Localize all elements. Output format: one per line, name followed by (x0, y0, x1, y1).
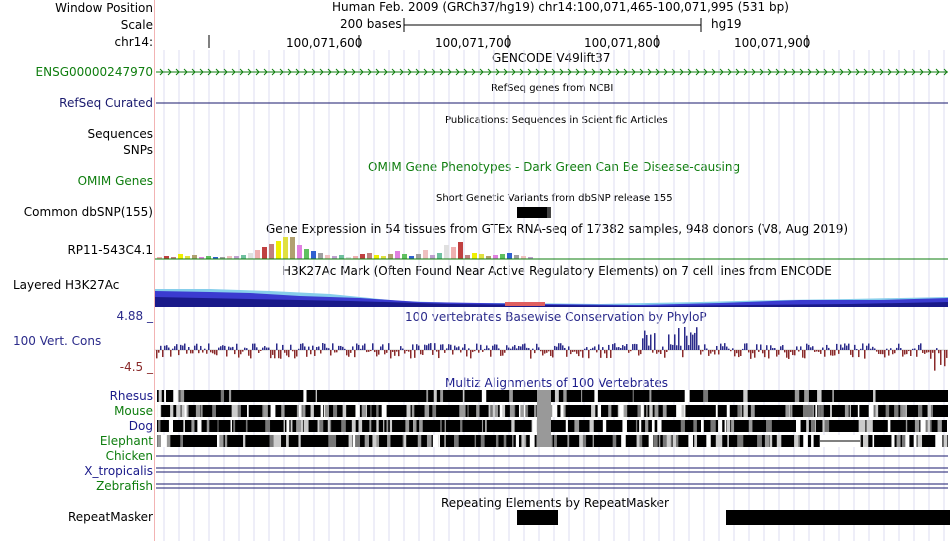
track-graphics (155, 18, 950, 541)
repeat-element (517, 510, 558, 525)
dbsnp-variant (517, 207, 551, 218)
gtex-bar-chart (157, 237, 533, 259)
phylop-signal (155, 326, 948, 371)
genome-browser-image[interactable]: Window Position Scale chr14: ENSG0000024… (0, 0, 950, 541)
h3k27ac-signal (155, 289, 948, 307)
ruler-ticks (208, 35, 808, 48)
repeat-element (726, 510, 950, 525)
multiz-alignments (156, 390, 950, 489)
scale-bar (403, 18, 702, 32)
gencode-gene-feature (156, 68, 948, 76)
